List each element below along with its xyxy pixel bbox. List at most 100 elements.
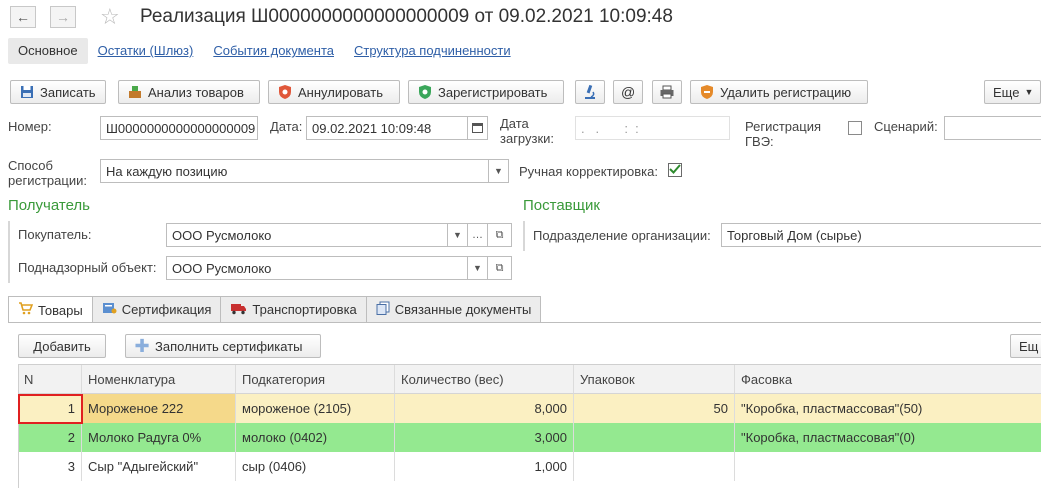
supervised-object-open-button[interactable]: ⧉ (488, 256, 512, 280)
register-button[interactable]: Зарегистрировать (408, 80, 564, 104)
arrow-left-icon: ← (16, 9, 30, 25)
cell-subcategory[interactable]: мороженое (2105) (236, 394, 395, 423)
goods-table: N Номенклатура Подкатегория Количество (… (18, 364, 1041, 481)
cell-subcategory[interactable]: молоко (0402) (236, 423, 395, 452)
cell-packing[interactable]: "Коробка, пластмассовая"(50) (735, 394, 1041, 423)
cell-quantity[interactable]: 8,000 (395, 394, 574, 423)
buyer-label: Покупатель: (18, 227, 92, 242)
supervised-object-dropdown[interactable]: ▼ (468, 256, 488, 280)
cell-quantity[interactable]: 1,000 (395, 452, 574, 481)
table-header: N Номенклатура Подкатегория Количество (… (18, 365, 1041, 394)
tab-goods-label: Товары (38, 302, 83, 318)
delete-registration-label: Удалить регистрацию (720, 84, 852, 100)
table-left-border (18, 364, 19, 488)
tab-transport[interactable]: Транспортировка (220, 296, 367, 322)
buyer-select-button[interactable]: … (468, 223, 488, 247)
gve-registration-checkbox[interactable] (848, 121, 862, 135)
certificate-icon (102, 301, 117, 318)
email-button[interactable]: @ (613, 80, 643, 104)
column-header-packages[interactable]: Упаковок (574, 365, 735, 394)
shield-check-icon (417, 84, 433, 100)
cell-packing[interactable] (735, 452, 1041, 481)
supplier-title: Поставщик (523, 197, 600, 214)
table-row[interactable]: 2 Молоко Радуга 0% молоко (0402) 3,000 "… (18, 423, 1041, 452)
at-sign-icon: @ (621, 84, 636, 100)
add-button[interactable]: Добавить (18, 334, 106, 358)
recipient-title: Получатель (8, 197, 90, 214)
delete-registration-button[interactable]: Удалить регистрацию (690, 80, 868, 104)
chevron-down-icon: ▼ (1024, 87, 1034, 97)
registration-method-select[interactable]: На каждую позицию (100, 159, 489, 183)
fill-certificates-label: Заполнить сертификаты (155, 338, 303, 354)
tab-certification[interactable]: Сертификация (91, 296, 222, 322)
table-row[interactable]: 3 Сыр "Адыгейский" сыр (0406) 1,000 (18, 452, 1041, 481)
supplier-group-line (523, 221, 525, 251)
table-row[interactable]: 1 Мороженое 222 мороженое (2105) 8,000 5… (18, 394, 1041, 423)
calendar-button[interactable] (468, 116, 488, 140)
cell-name[interactable]: Молоко Радуга 0% (82, 423, 236, 452)
open-icon: ⧉ (495, 261, 504, 274)
register-label: Зарегистрировать (438, 84, 548, 100)
column-header-packing[interactable]: Фасовка (735, 365, 1041, 394)
fill-certificates-button[interactable]: ✚ Заполнить сертификаты (125, 334, 321, 358)
print-button[interactable] (652, 80, 682, 104)
column-header-name[interactable]: Номенклатура (82, 365, 236, 394)
forward-button[interactable]: → (50, 6, 76, 28)
cell-packages[interactable] (574, 423, 735, 452)
section-tabs: Основное Остатки (Шлюз) События документ… (8, 38, 521, 64)
cart-icon (18, 302, 34, 318)
scenario-field[interactable] (944, 116, 1041, 140)
number-label: Номер: (8, 119, 52, 134)
save-button[interactable]: Записать (10, 80, 106, 104)
more-label: Еще (993, 84, 1020, 100)
load-date-field: . . : : (575, 116, 730, 140)
tab-balances[interactable]: Остатки (Шлюз) (88, 38, 204, 64)
tab-main[interactable]: Основное (8, 38, 88, 64)
manual-correction-checkbox[interactable] (668, 163, 682, 177)
buyer-field[interactable]: ООО Русмолоко (166, 223, 448, 247)
buyer-open-button[interactable]: ⧉ (488, 223, 512, 247)
supervised-object-field[interactable]: ООО Русмолоко (166, 256, 468, 280)
tab-related-documents-label: Связанные документы (394, 302, 532, 317)
cell-name[interactable]: Мороженое 222 (82, 394, 236, 423)
column-header-subcategory[interactable]: Подкатегория (236, 365, 395, 394)
back-button[interactable]: ← (10, 6, 36, 28)
column-header-n[interactable]: N (18, 365, 82, 394)
cell-subcategory[interactable]: сыр (0406) (236, 452, 395, 481)
page-title: Реализация Ш0000000000000000009 от 09.02… (140, 6, 673, 27)
analyze-goods-button[interactable]: Анализ товаров (118, 80, 260, 104)
cell-n[interactable]: 2 (18, 423, 82, 452)
column-header-quantity[interactable]: Количество (вес) (395, 365, 574, 394)
analyze-goods-label: Анализ товаров (148, 84, 244, 100)
documents-icon (376, 301, 390, 318)
tab-goods[interactable]: Товары (8, 296, 93, 323)
division-field[interactable]: Торговый Дом (сырье) (721, 223, 1041, 247)
registration-method-dropdown[interactable]: ▼ (489, 159, 509, 183)
annul-button[interactable]: Аннулировать (268, 80, 400, 104)
shield-delete-icon (699, 84, 715, 100)
ellipsis-icon: … (472, 229, 483, 241)
printer-icon (659, 84, 675, 100)
star-icon[interactable]: ☆ (100, 4, 120, 30)
check-icon (669, 164, 681, 174)
cell-name[interactable]: Сыр "Адыгейский" (82, 452, 236, 481)
tab-related-documents[interactable]: Связанные документы (365, 296, 542, 322)
number-field[interactable]: Ш0000000000000000009 (100, 116, 258, 140)
cell-quantity[interactable]: 3,000 (395, 423, 574, 452)
cell-packing[interactable]: "Коробка, пластмассовая"(0) (735, 423, 1041, 452)
tab-events[interactable]: События документа (203, 38, 344, 64)
microscope-button[interactable] (575, 80, 605, 104)
date-field[interactable]: 09.02.2021 10:09:48 (306, 116, 468, 140)
goods-more-button[interactable]: Ещ (1010, 334, 1041, 358)
cell-packages[interactable]: 50 (574, 394, 735, 423)
save-label: Записать (40, 84, 96, 100)
cell-n[interactable]: 3 (18, 452, 82, 481)
buyer-dropdown[interactable]: ▼ (448, 223, 468, 247)
cell-packages[interactable] (574, 452, 735, 481)
chevron-down-icon: ▼ (494, 166, 503, 176)
tab-structure[interactable]: Структура подчиненности (344, 38, 521, 64)
plus-icon: ✚ (134, 335, 150, 356)
truck-icon (230, 302, 247, 318)
document-tabs: Товары Сертификация Транспортировка Связ… (8, 296, 542, 323)
more-button[interactable]: Еще ▼ (984, 80, 1041, 104)
